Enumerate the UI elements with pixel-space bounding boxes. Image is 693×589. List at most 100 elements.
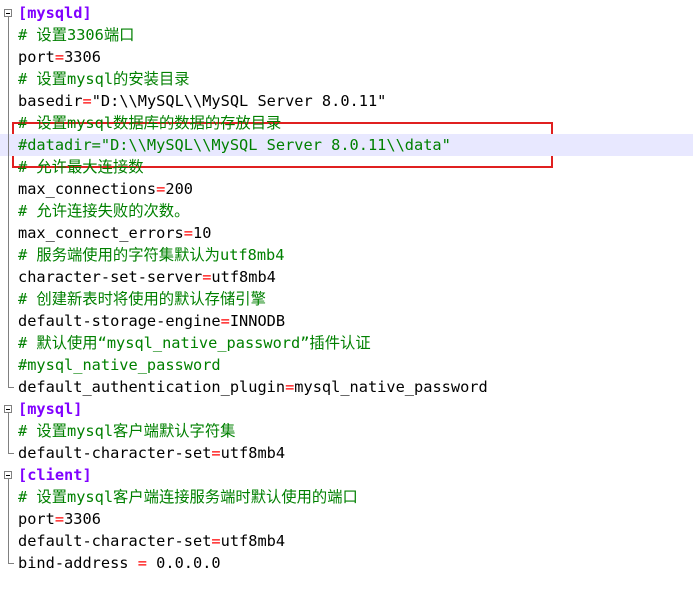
config-value: INNODB	[229, 312, 286, 330]
fold-toggle-icon[interactable]	[4, 471, 12, 479]
fold-toggle-icon[interactable]	[4, 9, 12, 17]
comment-text: # 允许连接失败的次数。	[18, 202, 190, 220]
code-line-text: # 设置mysql的安装目录	[18, 68, 190, 90]
code-line-text: # 设置mysql客户端连接服务端时默认使用的端口	[18, 486, 358, 508]
code-line[interactable]: # 允许连接失败的次数。	[0, 200, 693, 222]
comment-text: # 设置mysql数据库的数据的存放目录	[18, 114, 282, 132]
comment-text: # 服务端使用的字符集默认为utf8mb4	[18, 246, 285, 264]
config-key: bind-address	[18, 554, 138, 572]
section-header: [mysql]	[18, 400, 83, 418]
comment-text: # 默认使用“mysql_native_password”插件认证	[18, 334, 371, 352]
code-line[interactable]: # 设置mysql客户端默认字符集	[0, 420, 693, 442]
comment-text: # 允许最大连接数	[18, 158, 144, 176]
code-line-text: default-character-set=utf8mb4	[18, 442, 285, 464]
config-value: 0.0.0.0	[146, 554, 221, 572]
comment-text: # 设置mysql客户端默认字符集	[18, 422, 236, 440]
config-key: default-character-set	[18, 532, 212, 550]
code-line-text: [mysql]	[18, 398, 82, 420]
code-line[interactable]: max_connect_errors=10	[0, 222, 693, 244]
config-key: character-set-server	[18, 268, 203, 286]
assign-operator: =	[211, 444, 221, 462]
code-line[interactable]: #mysql_native_password	[0, 354, 693, 376]
config-value: 200	[165, 180, 194, 198]
code-editor[interactable]: [mysqld] # 设置3306端口 port=3306 # 设置mysql的安装目…	[0, 0, 693, 589]
comment-text: # 设置3306端口	[18, 26, 135, 44]
code-line[interactable]: [mysql]	[0, 398, 693, 420]
assign-operator: =	[156, 180, 166, 198]
assign-operator: =	[82, 92, 92, 110]
code-line-text: # 设置3306端口	[18, 24, 134, 46]
comment-text: # 设置mysql客户端连接服务端时默认使用的端口	[18, 488, 358, 506]
config-value: "D:\\MySQL\\MySQL Server 8.0.11"	[91, 92, 387, 110]
code-line-text: # 默认使用“mysql_native_password”插件认证	[18, 332, 371, 354]
code-line[interactable]: port=3306	[0, 46, 693, 68]
code-line[interactable]: default-character-set=utf8mb4	[0, 442, 693, 464]
comment-text: #mysql_native_password	[18, 356, 221, 374]
code-line[interactable]: basedir="D:\\MySQL\\MySQL Server 8.0.11"	[0, 90, 693, 112]
fold-end-marker	[8, 453, 14, 454]
section-header: [client]	[18, 466, 92, 484]
code-line-text: #datadir="D:\\MySQL\\MySQL Server 8.0.11…	[18, 134, 451, 156]
assign-operator: =	[285, 378, 295, 396]
code-line[interactable]: # 创建新表时将使用的默认存储引擎	[0, 288, 693, 310]
fold-guide-line	[8, 479, 9, 563]
fold-guide-line	[8, 17, 9, 387]
config-value: utf8mb4	[220, 532, 286, 550]
code-line-text: port=3306	[18, 508, 101, 530]
assign-operator: =	[54, 510, 65, 528]
config-key: default-character-set	[18, 444, 212, 462]
assign-operator: =	[211, 532, 221, 550]
config-key: port	[18, 510, 55, 528]
code-line[interactable]: port=3306	[0, 508, 693, 530]
code-line[interactable]: #datadir="D:\\MySQL\\MySQL Server 8.0.11…	[0, 134, 693, 156]
comment-text: # 设置mysql的安装目录	[18, 70, 190, 88]
code-line[interactable]: # 默认使用“mysql_native_password”插件认证	[0, 332, 693, 354]
code-line[interactable]: bind-address = 0.0.0.0	[0, 552, 693, 574]
code-line-text: bind-address = 0.0.0.0	[18, 552, 221, 574]
code-line-text: # 设置mysql客户端默认字符集	[18, 420, 235, 442]
code-line[interactable]: # 设置mysql的安装目录	[0, 68, 693, 90]
code-line[interactable]: default-storage-engine=INNODB	[0, 310, 693, 332]
code-line-text: # 服务端使用的字符集默认为utf8mb4	[18, 244, 284, 266]
code-line-text: # 设置mysql数据库的数据的存放目录	[18, 112, 281, 134]
fold-guide-line	[8, 413, 9, 453]
code-line-text: default_authentication_plugin=mysql_nati…	[18, 376, 488, 398]
code-line-text: basedir="D:\\MySQL\\MySQL Server 8.0.11"	[18, 90, 386, 112]
config-value: 3306	[64, 510, 101, 528]
code-line[interactable]: max_connections=200	[0, 178, 693, 200]
code-line-text: max_connections=200	[18, 178, 193, 200]
fold-toggle-icon[interactable]	[4, 405, 12, 413]
comment-text: #datadir="D:\\MySQL\\MySQL Server 8.0.11…	[18, 136, 451, 154]
code-line-text: #mysql_native_password	[18, 354, 221, 376]
code-line[interactable]: # 服务端使用的字符集默认为utf8mb4	[0, 244, 693, 266]
config-key: default_authentication_plugin	[18, 378, 286, 396]
assign-operator: =	[54, 48, 65, 66]
code-line[interactable]: # 允许最大连接数	[0, 156, 693, 178]
code-line-text: # 创建新表时将使用的默认存储引擎	[18, 288, 266, 310]
assign-operator: =	[183, 224, 193, 242]
code-line-text: default-storage-engine=INNODB	[18, 310, 285, 332]
code-line[interactable]: # 设置3306端口	[0, 24, 693, 46]
code-line-text: max_connect_errors=10	[18, 222, 211, 244]
fold-end-marker	[8, 387, 14, 388]
config-value: utf8mb4	[220, 444, 286, 462]
code-line-text: [client]	[18, 464, 92, 486]
code-line[interactable]: [mysqld]	[0, 2, 693, 24]
config-value: 3306	[64, 48, 101, 66]
code-line-text: # 允许连接失败的次数。	[18, 200, 189, 222]
code-line-text: default-character-set=utf8mb4	[18, 530, 285, 552]
code-line[interactable]: default-character-set=utf8mb4	[0, 530, 693, 552]
comment-text: # 创建新表时将使用的默认存储引擎	[18, 290, 266, 308]
config-key: basedir	[18, 92, 83, 110]
config-value: mysql_native_password	[294, 378, 488, 396]
section-header: [mysqld]	[18, 4, 92, 22]
code-line[interactable]: [client]	[0, 464, 693, 486]
code-line-text: [mysqld]	[18, 2, 92, 24]
code-line[interactable]: # 设置mysql数据库的数据的存放目录	[0, 112, 693, 134]
config-value: utf8mb4	[211, 268, 276, 286]
code-line[interactable]: default_authentication_plugin=mysql_nati…	[0, 376, 693, 398]
config-value: 10	[193, 224, 212, 242]
code-line[interactable]: # 设置mysql客户端连接服务端时默认使用的端口	[0, 486, 693, 508]
code-line[interactable]: character-set-server=utf8mb4	[0, 266, 693, 288]
assign-operator: =	[220, 312, 230, 330]
